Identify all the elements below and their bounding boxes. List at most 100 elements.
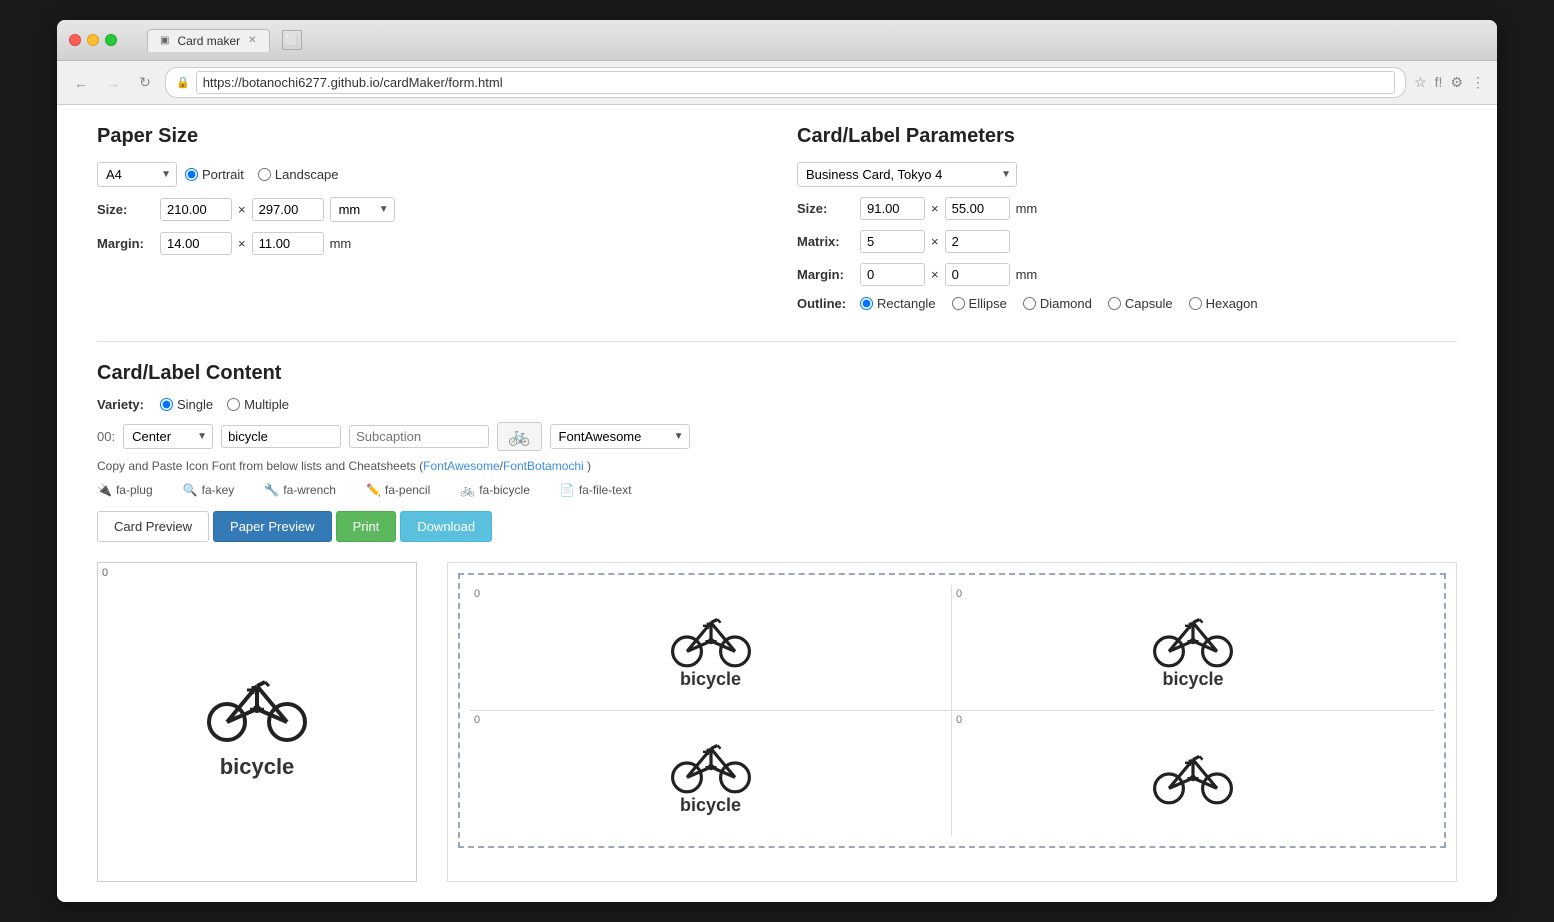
margin-height-input[interactable] (252, 232, 324, 255)
paper-card-2-corner: 0 (956, 588, 962, 600)
card-margin-inputs: × mm (860, 263, 1037, 286)
unit-select[interactable]: mm in (330, 197, 395, 222)
plug-icon: 🔌 (97, 483, 112, 497)
card-preset-row: Business Card, Tokyo 4 ▼ (797, 162, 1457, 187)
paper-card-3-corner: 0 (474, 714, 480, 726)
pencil-icon: ✏️ (366, 483, 381, 497)
margin-width-input[interactable] (160, 232, 232, 255)
forward-button[interactable]: → (101, 71, 125, 95)
variety-single-text: Single (177, 397, 213, 412)
section-divider (97, 341, 1457, 342)
outline-capsule-label[interactable]: Capsule (1108, 296, 1173, 311)
bookmark-icon[interactable]: ☆ (1414, 74, 1427, 91)
icon-item-bicycle: 🚲 fa-bicycle (460, 483, 530, 497)
card-content-heading: Card/Label Content (97, 362, 1457, 385)
card-margin-w-input[interactable] (860, 263, 925, 286)
outline-diamond-text: Diamond (1040, 296, 1092, 311)
card-preset-select[interactable]: Business Card, Tokyo 4 (797, 162, 1017, 187)
variety-single-radio[interactable] (160, 398, 173, 411)
outline-capsule-radio[interactable] (1108, 297, 1121, 310)
paper-card-4-corner: 0 (956, 714, 962, 726)
settings-icon[interactable]: ⚙ (1450, 74, 1463, 91)
paper-width-input[interactable] (160, 198, 232, 221)
icon-item-file: 📄 fa-file-text (560, 483, 632, 497)
card-preview-button[interactable]: Card Preview (97, 511, 209, 542)
matrix-cols-input[interactable] (860, 230, 925, 253)
outline-diamond-label[interactable]: Diamond (1023, 296, 1092, 311)
paper-card-4-svg (1153, 742, 1233, 806)
back-button[interactable]: ← (69, 71, 93, 95)
paper-height-input[interactable] (252, 198, 324, 221)
margin-x-separator: × (238, 236, 246, 251)
outline-hexagon-label[interactable]: Hexagon (1189, 296, 1258, 311)
address-bar[interactable]: 🔒 (165, 67, 1406, 98)
font-select-wrapper: FontAwesome FontBotamochi ▼ (550, 424, 690, 449)
card-params-section: Card/Label Parameters Business Card, Tok… (797, 125, 1457, 321)
bicycle-icon: 🚲 (460, 483, 475, 497)
card-margin-h-input[interactable] (945, 263, 1010, 286)
browser-window: ▣ Card maker ✕ ⬜ ← → ↻ 🔒 ☆ f! ⚙ ⋮ (57, 20, 1497, 902)
outline-radio-group: Rectangle Ellipse Diamond Capsule (860, 296, 1258, 311)
variety-label: Variety: (97, 397, 152, 412)
wrench-label: fa-wrench (283, 483, 336, 497)
minimize-button[interactable] (87, 34, 99, 46)
landscape-radio-label[interactable]: Landscape (258, 167, 339, 182)
file-label: fa-file-text (579, 483, 632, 497)
outline-hexagon-radio[interactable] (1189, 297, 1202, 310)
extension-icon[interactable]: f! (1435, 74, 1443, 91)
card-preview-box: 0 (97, 562, 417, 882)
outline-diamond-radio[interactable] (1023, 297, 1036, 310)
landscape-radio[interactable] (258, 168, 271, 181)
reload-button[interactable]: ↻ (133, 71, 157, 95)
card-corner-label: 0 (102, 567, 108, 579)
icon-list: 🔌 fa-plug 🔍 fa-key 🔧 fa-wrench ✏️ fa-pen… (97, 483, 1457, 497)
close-button[interactable] (69, 34, 81, 46)
card-width-input[interactable] (860, 197, 925, 220)
download-button[interactable]: Download (400, 511, 492, 542)
icon-item-wrench: 🔧 fa-wrench (264, 483, 336, 497)
fontawesome-link[interactable]: FontAwesome (423, 459, 499, 473)
browser-tab[interactable]: ▣ Card maker ✕ (147, 29, 270, 52)
tab-close-icon[interactable]: ✕ (248, 35, 256, 46)
portrait-radio[interactable] (185, 168, 198, 181)
paper-preview-button[interactable]: Paper Preview (213, 511, 332, 542)
card-height-input[interactable] (945, 197, 1010, 220)
outline-ellipse-radio[interactable] (952, 297, 965, 310)
paper-card-3-svg (671, 731, 751, 795)
menu-icon[interactable]: ⋮ (1471, 74, 1485, 91)
portrait-radio-label[interactable]: Portrait (185, 167, 244, 182)
card-preset-select-wrapper: Business Card, Tokyo 4 ▼ (797, 162, 1017, 187)
maximize-button[interactable] (105, 34, 117, 46)
content-row-00: 00: Center Left Right ▼ 🚲 FontAwesome Fo… (97, 422, 1457, 451)
outline-rectangle-radio[interactable] (860, 297, 873, 310)
paper-card-2-svg (1153, 605, 1233, 669)
outline-ellipse-label[interactable]: Ellipse (952, 296, 1007, 311)
variety-multiple-label[interactable]: Multiple (227, 397, 289, 412)
subcaption-input[interactable] (349, 425, 489, 448)
font-select[interactable]: FontAwesome FontBotamochi (550, 424, 690, 449)
variety-single-label[interactable]: Single (160, 397, 213, 412)
variety-radio-group: Single Multiple (160, 397, 289, 412)
card-size-inputs: × mm (860, 197, 1037, 220)
card-margin-x: × (931, 267, 939, 282)
url-input[interactable] (196, 71, 1395, 94)
size-inputs: × mm in ▼ (160, 197, 395, 222)
orientation-radio-group: Portrait Landscape (185, 167, 339, 182)
size-x-separator: × (238, 202, 246, 217)
bicycle-label: fa-bicycle (479, 483, 530, 497)
align-select[interactable]: Center Left Right (123, 424, 213, 449)
content-text-input[interactable] (221, 425, 341, 448)
variety-multiple-radio[interactable] (227, 398, 240, 411)
outline-rectangle-label[interactable]: Rectangle (860, 296, 936, 311)
new-tab-button[interactable]: ⬜ (278, 28, 306, 52)
print-button[interactable]: Print (336, 511, 397, 542)
paper-card-1-text: bicycle (680, 669, 741, 690)
outline-capsule-text: Capsule (1125, 296, 1173, 311)
paper-size-select[interactable]: A4 A3 Letter (97, 162, 177, 187)
fontbotamochi-link[interactable]: FontBotamochi (503, 459, 584, 473)
preview-area: 0 (97, 562, 1457, 882)
matrix-rows-input[interactable] (945, 230, 1010, 253)
card-size-x: × (931, 201, 939, 216)
paper-preview-box: 0 (447, 562, 1457, 882)
paper-card-4: 0 (952, 711, 1434, 836)
